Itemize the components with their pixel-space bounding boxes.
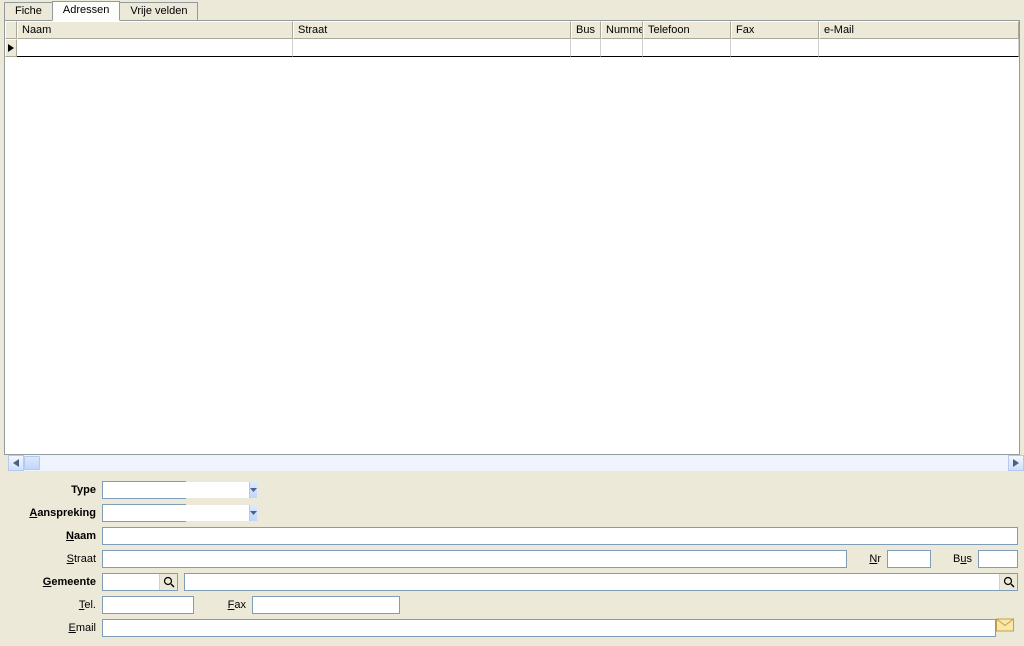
cell-email[interactable]	[819, 39, 1019, 57]
col-telefoon[interactable]: Telefoon	[643, 21, 731, 39]
email-icon[interactable]	[996, 618, 1014, 632]
col-nummer[interactable]: Nummer	[601, 21, 643, 39]
naam-field[interactable]	[102, 527, 1018, 545]
scroll-track[interactable]	[24, 455, 1008, 471]
label-nr: Nr	[847, 553, 887, 565]
col-email[interactable]: e-Mail	[819, 21, 1019, 39]
cell-bus[interactable]	[571, 39, 601, 57]
current-row-indicator	[5, 39, 17, 57]
scroll-thumb[interactable]	[24, 456, 40, 470]
cell-fax[interactable]	[731, 39, 819, 57]
label-aanspreking: Aanspreking	[6, 507, 102, 519]
bus-field[interactable]	[978, 550, 1018, 568]
cell-nummer[interactable]	[601, 39, 643, 57]
label-bus: Bus	[931, 553, 978, 565]
address-form: Type Aanspreking Naam Straat Nr Bus Geme…	[0, 471, 1024, 646]
gemeente-name-input[interactable]	[185, 576, 999, 588]
search-icon	[1003, 576, 1015, 588]
col-fax[interactable]: Fax	[731, 21, 819, 39]
tab-fiche[interactable]: Fiche	[4, 2, 53, 20]
type-dropdown-button[interactable]	[249, 482, 257, 498]
grid-header: Naam Straat Bus Nummer Telefoon Fax e-Ma…	[5, 21, 1019, 39]
col-naam[interactable]: Naam	[17, 21, 293, 39]
email-field[interactable]	[102, 619, 996, 637]
tab-vrije-velden[interactable]: Vrije velden	[119, 2, 198, 20]
label-fax: Fax	[194, 599, 252, 611]
tab-bar: Fiche Adressen Vrije velden	[0, 0, 1024, 20]
grid-h-scrollbar[interactable]	[8, 455, 1024, 471]
grid-corner	[5, 21, 17, 39]
straat-field[interactable]	[102, 550, 847, 568]
gemeente-code-search-button[interactable]	[159, 574, 177, 590]
label-gemeente: Gemeente	[6, 576, 102, 588]
cell-naam[interactable]	[17, 39, 293, 57]
fax-field[interactable]	[252, 596, 400, 614]
tel-field[interactable]	[102, 596, 194, 614]
nr-field[interactable]	[887, 550, 931, 568]
cell-telefoon[interactable]	[643, 39, 731, 57]
search-icon	[163, 576, 175, 588]
gemeente-code-input[interactable]	[103, 576, 159, 588]
label-straat: Straat	[6, 553, 102, 565]
label-type: Type	[6, 484, 102, 496]
address-grid: Naam Straat Bus Nummer Telefoon Fax e-Ma…	[4, 20, 1020, 455]
aanspreking-combo[interactable]	[102, 504, 186, 522]
gemeente-code-lookup[interactable]	[102, 573, 178, 591]
aanspreking-input[interactable]	[103, 505, 249, 521]
label-naam: Naam	[6, 530, 102, 542]
type-input[interactable]	[103, 482, 249, 498]
aanspreking-dropdown-button[interactable]	[249, 505, 257, 521]
scroll-left-button[interactable]	[8, 455, 24, 471]
table-row[interactable]	[5, 39, 1019, 57]
gemeente-name-search-button[interactable]	[999, 574, 1017, 590]
gemeente-name-lookup[interactable]	[184, 573, 1018, 591]
type-combo[interactable]	[102, 481, 186, 499]
tab-adressen[interactable]: Adressen	[52, 1, 120, 21]
label-email: Email	[6, 622, 102, 634]
scroll-right-button[interactable]	[1008, 455, 1024, 471]
label-tel: Tel.	[6, 599, 102, 611]
col-straat[interactable]: Straat	[293, 21, 571, 39]
cell-straat[interactable]	[293, 39, 571, 57]
col-bus[interactable]: Bus	[571, 21, 601, 39]
